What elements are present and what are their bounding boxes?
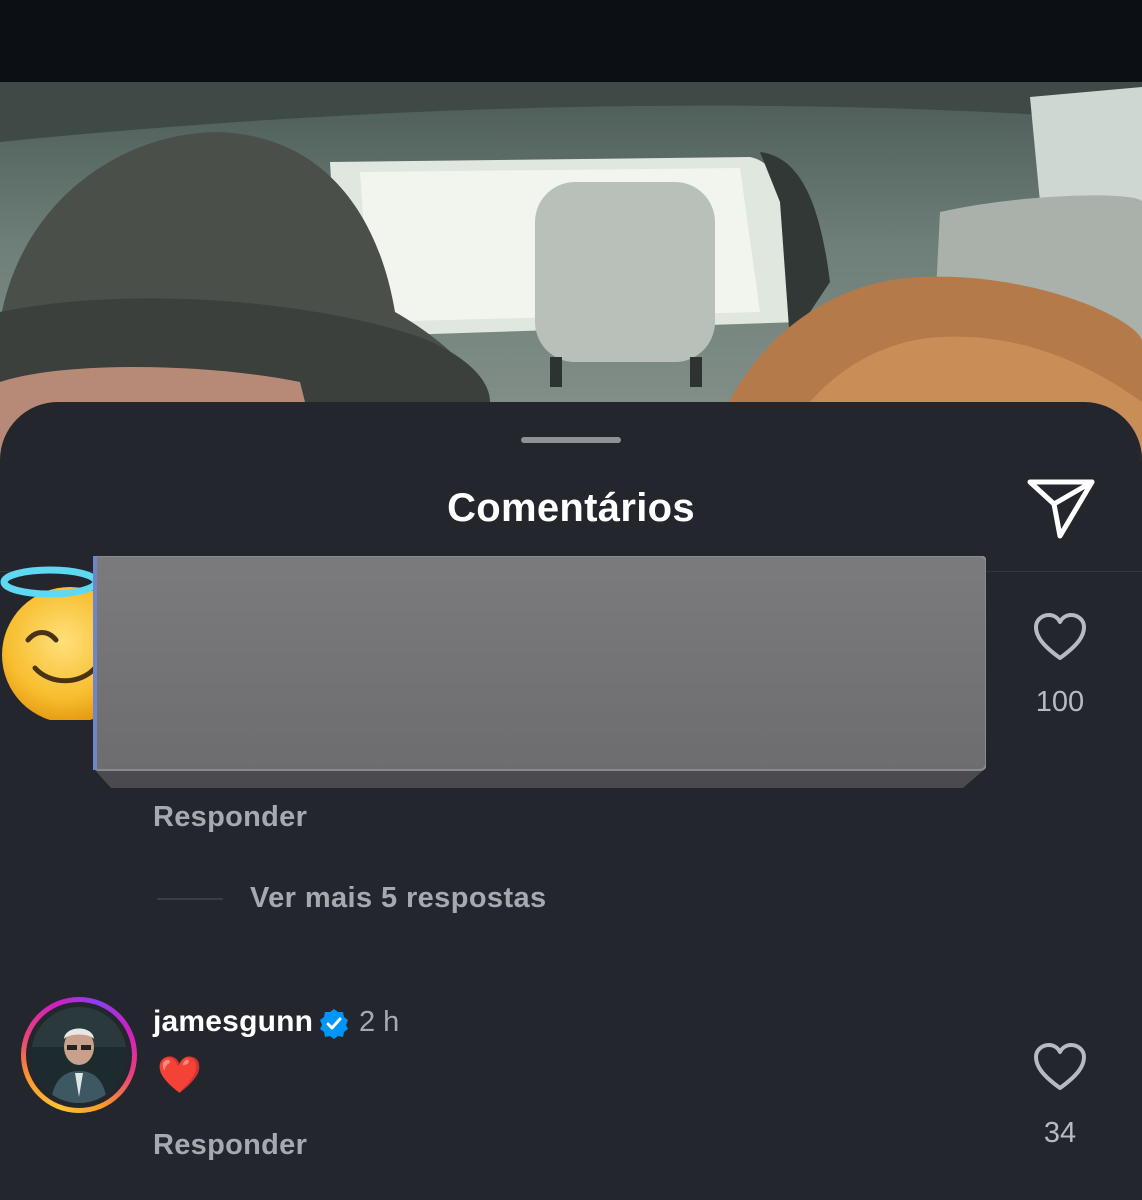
sheet-grabber[interactable] (521, 437, 621, 443)
like-count: 34 (1043, 1117, 1077, 1149)
avatar[interactable] (21, 997, 137, 1113)
replies-divider (157, 898, 223, 900)
view-more-replies-button[interactable]: Ver mais 5 respostas (250, 882, 547, 915)
verified-badge-icon (318, 1008, 350, 1040)
sheet-title: Comentários (447, 486, 695, 530)
avatar-image (31, 1007, 127, 1103)
like-button[interactable] (1032, 1042, 1088, 1092)
comments-sheet: Comentários 100 Responder Ver mais 5 res… (0, 402, 1142, 1200)
reply-button[interactable]: Responder (153, 1129, 307, 1162)
heart-icon (1034, 613, 1086, 660)
comment-timestamp: 2 h (359, 1006, 400, 1038)
redacted-comment-block (92, 555, 987, 790)
share-button[interactable] (1022, 474, 1098, 542)
comment-username[interactable]: jamesgunn (153, 1005, 313, 1039)
like-count: 100 (1035, 686, 1085, 718)
send-icon (1027, 479, 1095, 539)
reply-button[interactable]: Responder (153, 801, 307, 834)
comment-text: ❤️ (157, 1054, 202, 1095)
status-bar (0, 0, 1142, 82)
heart-icon (1034, 1043, 1086, 1090)
like-button[interactable] (1032, 612, 1088, 662)
